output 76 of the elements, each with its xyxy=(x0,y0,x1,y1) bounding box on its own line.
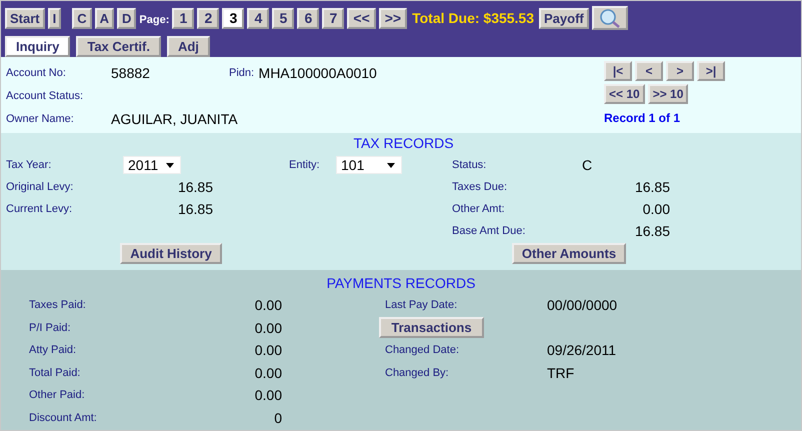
field-value: 16.85 xyxy=(176,201,213,217)
record-nav-button[interactable]: |< xyxy=(604,61,632,81)
page-nav-button[interactable]: >> xyxy=(378,8,408,28)
field-value: 0.00 xyxy=(254,364,282,381)
field-value: 0.00 xyxy=(254,297,282,314)
field-value: 0.00 xyxy=(254,320,282,336)
field-value: AGUILAR, JUANITA xyxy=(111,110,238,126)
field-value: TRF xyxy=(547,364,576,381)
total-due: Total Due: $355.53 xyxy=(412,10,534,26)
field-label: Current Levy: xyxy=(6,203,74,215)
field-value: 16.85 xyxy=(176,179,213,195)
page-button[interactable]: 5 xyxy=(272,8,294,28)
field-label: Changed By: xyxy=(384,366,450,379)
toolbar-button[interactable]: D xyxy=(117,8,136,28)
section-title: PAYMENTS RECORDS xyxy=(326,275,476,293)
field-label: Changed Date: xyxy=(384,344,460,356)
field-value: MHA100000A0010 xyxy=(258,64,377,80)
field-value: 16.85 xyxy=(634,223,670,239)
tax-year-select[interactable]: 2011 xyxy=(123,156,181,174)
transactions-button[interactable]: Transactions xyxy=(379,317,484,338)
field-label: Account Status: xyxy=(6,90,84,102)
toolbar-button[interactable]: I xyxy=(48,8,62,28)
other-amounts-button[interactable]: Other Amounts xyxy=(512,243,626,264)
field-value: 0.00 xyxy=(254,387,282,404)
field-value: 0.00 xyxy=(254,342,282,358)
payoff-button[interactable]: Payoff xyxy=(539,8,589,28)
field-value: 0.00 xyxy=(642,201,670,217)
field-label: Base Amt Due: xyxy=(452,225,526,237)
toolbar-button[interactable]: C xyxy=(72,8,92,28)
field-label: Total Paid: xyxy=(29,366,82,379)
field-value: 00/00/0000 xyxy=(547,297,618,314)
field-label: Owner Name: xyxy=(6,112,75,124)
toolbar-button[interactable]: A xyxy=(94,8,114,28)
field-value: 58882 xyxy=(111,64,151,80)
page-button[interactable]: 3 xyxy=(222,8,244,28)
field-value: 16.85 xyxy=(634,179,670,195)
page-button[interactable]: 7 xyxy=(322,8,344,28)
field-label: Original Levy: xyxy=(6,181,74,193)
field-label: Other Paid: xyxy=(29,389,86,402)
field-label: Taxes Paid: xyxy=(29,299,87,312)
record-count: Record 1 of 1 xyxy=(604,111,682,125)
tab[interactable]: Inquiry xyxy=(5,36,70,57)
field-value: C xyxy=(582,157,594,173)
toolbar-button[interactable]: Start xyxy=(5,8,45,28)
caret-icon xyxy=(387,162,395,168)
entity-select[interactable]: 101 xyxy=(336,156,402,174)
page-label: Page: xyxy=(139,14,170,26)
field-label: Atty Paid: xyxy=(29,344,78,356)
section-title: TAX RECORDS xyxy=(352,135,455,153)
tab[interactable]: Adj xyxy=(166,36,210,57)
record-nav-button[interactable]: < xyxy=(635,61,663,81)
page-button[interactable]: 2 xyxy=(197,8,220,28)
field-label: Other Amt: xyxy=(452,203,506,215)
record-jump-button[interactable]: >> 10 xyxy=(648,84,688,104)
caret-icon xyxy=(166,162,174,168)
field-label: Tax Year: xyxy=(6,159,52,171)
search-button[interactable] xyxy=(592,6,628,30)
tab[interactable]: Tax Certif. xyxy=(76,36,161,57)
record-nav-button[interactable]: >| xyxy=(697,61,725,81)
field-label: Entity: xyxy=(289,159,321,171)
page-button[interactable]: 4 xyxy=(247,8,270,28)
field-value: 09/26/2011 xyxy=(547,342,618,358)
field-label: Discount Amt: xyxy=(29,412,98,424)
record-nav-button[interactable]: > xyxy=(666,61,694,81)
page-nav-button[interactable]: << xyxy=(347,8,376,28)
audit-history-button[interactable]: Audit History xyxy=(120,243,222,264)
field-label: Last Pay Date: xyxy=(384,299,458,312)
field-label: Status: xyxy=(452,159,488,171)
field-label: P/I Paid: xyxy=(29,322,72,334)
record-jump-button[interactable]: << 10 xyxy=(604,84,645,104)
field-label: Account No: xyxy=(6,66,67,78)
page-button[interactable]: 1 xyxy=(172,8,194,28)
field-value: 0 xyxy=(273,410,282,426)
field-label: Pidn: xyxy=(229,66,254,78)
field-label: Taxes Due: xyxy=(452,181,508,193)
page-button[interactable]: 6 xyxy=(297,8,320,28)
